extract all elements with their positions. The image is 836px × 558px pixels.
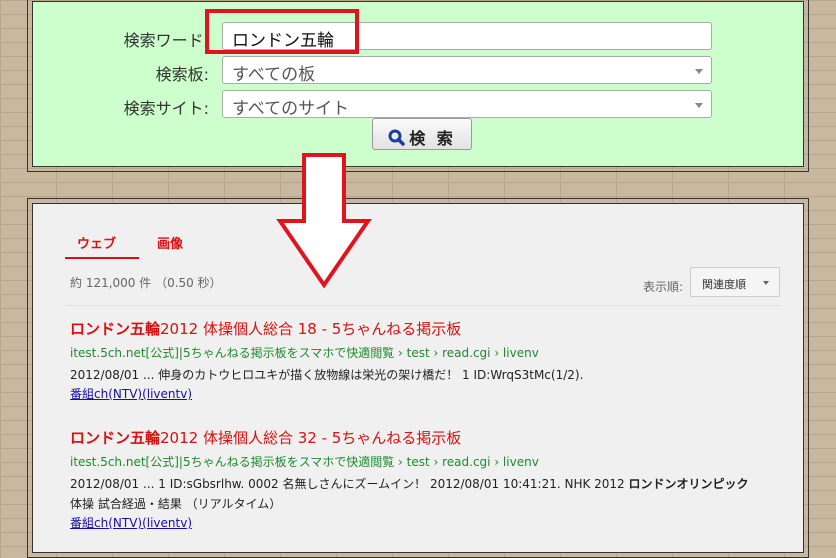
keyword-label: 検索ワード: [123,31,209,50]
magnifier-icon [388,129,405,146]
active-tab-indicator [65,257,139,259]
chevron-down-icon [695,103,703,108]
snippet-highlight: ロンドンオリンピック [628,477,749,491]
keyword-highlight-annotation [205,9,359,54]
site-row: 検索サイト: すべてのサイト [33,90,803,120]
snippet-date: 2012/08/01 [70,477,140,491]
result-item: ロンドン五輪2012 体操個人総合 32 - 5ちゃんねる掲示板 itest.5… [70,427,780,531]
board-row: 検索板: すべての板 [33,56,803,86]
sort-select-value: 関連度順 [702,278,746,291]
site-select-value: すべてのサイト [232,99,350,119]
results-area: ウェブ 画像 約 121,000 件 （0.50 秒） 表示順: 関連度順 ロン… [32,203,804,553]
search-form: 検索ワード: ロンドン五輪 検索板: すべての板 検索サイト: すべてのサイト … [32,1,804,167]
board-select-value: すべての板 [232,65,316,85]
divider [65,305,781,306]
snippet-text-continued: 体操 試合経過・結果 （リアルタイム） [70,497,282,511]
result-category-link[interactable]: 番組ch(NTV)(liventv) [70,514,780,531]
tab-web[interactable]: ウェブ [77,233,116,252]
result-snippet: 2012/08/01 ... 1 ID:sGbsrlhw. 0002 名無しさん… [70,474,780,514]
result-title-text: 2012 体操個人総合 18 - 5ちゃんねる掲示板 [160,320,462,338]
snippet-text: ... 1 ID:sGbsrlhw. 0002 名無しさんにズームイン！ 201… [139,477,629,491]
result-url: itest.5ch.net[公式]|5ちゃんねる掲示板をスマホで快適閲覧 › t… [70,455,539,469]
board-label: 検索板: [155,65,209,84]
site-label: 検索サイト: [123,99,209,118]
result-url: itest.5ch.net[公式]|5ちゃんねる掲示板をスマホで快適閲覧 › t… [70,346,539,360]
snippet-text: ... 伸身のカトウヒロユキが描く放物線は栄光の架け橋だ！ 1 ID:WrqS3… [139,368,584,382]
result-title-link[interactable]: ロンドン五輪2012 体操個人総合 32 - 5ちゃんねる掲示板 [70,427,780,448]
result-category-link[interactable]: 番組ch(NTV)(liventv) [70,385,780,402]
site-select[interactable]: すべてのサイト [222,90,712,119]
results-panel: ウェブ 画像 約 121,000 件 （0.50 秒） 表示順: 関連度順 ロン… [27,198,809,558]
keyword-row: 検索ワード: ロンドン五輪 [33,22,803,52]
result-count: 約 121,000 件 （0.50 秒） [70,276,222,290]
sort-select[interactable]: 関連度順 [690,267,780,297]
result-snippet: 2012/08/01 ... 伸身のカトウヒロユキが描く放物線は栄光の架け橋だ！… [70,365,780,385]
result-title-highlight: ロンドン五輪 [70,320,161,338]
result-item: ロンドン五輪2012 体操個人総合 18 - 5ちゃんねる掲示板 itest.5… [70,318,780,402]
sort-label: 表示順: [643,280,684,294]
tab-images[interactable]: 画像 [157,233,183,252]
search-button[interactable]: 検 索 [372,118,472,150]
result-title-link[interactable]: ロンドン五輪2012 体操個人総合 18 - 5ちゃんねる掲示板 [70,318,780,339]
result-title-text: 2012 体操個人総合 32 - 5ちゃんねる掲示板 [160,429,462,447]
board-select[interactable]: すべての板 [222,56,712,85]
snippet-date: 2012/08/01 [70,368,140,382]
down-arrow-icon [276,153,372,289]
search-button-label: 検 索 [409,129,456,148]
chevron-down-icon [695,69,703,74]
search-form-panel: 検索ワード: ロンドン五輪 検索板: すべての板 検索サイト: すべてのサイト … [27,0,809,172]
result-title-highlight: ロンドン五輪 [70,429,161,447]
chevron-down-icon [763,281,769,285]
